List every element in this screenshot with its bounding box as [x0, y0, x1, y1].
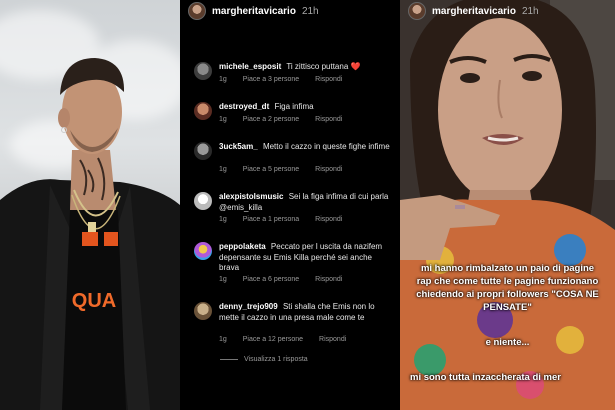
view-replies-button[interactable]: Visualizza 1 risposta [220, 356, 308, 363]
comment-time: 1g [219, 216, 227, 223]
comment-meta: 1g Piace a 3 persone Rispondi [219, 76, 356, 83]
shirt-text: QUA [71, 290, 117, 312]
avatar[interactable] [408, 2, 426, 20]
avatar[interactable] [188, 2, 206, 20]
comment-username[interactable]: peppolaketa [219, 242, 266, 251]
story-header: margheritavicario 21h [408, 2, 539, 20]
comment-text: Metto il cazzo in queste fighe infime [262, 142, 390, 151]
reply-button[interactable]: Rispondi [315, 166, 342, 173]
comment-time: 1g [219, 76, 227, 83]
comment-body: destroyed_dt Figa infima [219, 102, 394, 113]
comment-body: alexpistolsmusic Sei la figa infima di c… [219, 192, 394, 213]
comment-likes[interactable]: Piace a 1 persona [243, 216, 299, 223]
avatar[interactable] [194, 192, 212, 210]
comment-likes[interactable]: Piace a 3 persone [243, 76, 299, 83]
divider [220, 359, 238, 360]
comment-meta: 1g Piace a 1 persona Rispondi [219, 216, 356, 223]
view-replies-label: Visualizza 1 risposta [244, 356, 308, 363]
comment-time: 1g [219, 166, 227, 173]
reply-button[interactable]: Rispondi [319, 336, 346, 343]
comment-time: 1g [219, 276, 227, 283]
comment-username[interactable]: 3uck5am_ [219, 142, 258, 151]
comment-meta: 1g Piace a 6 persone Rispondi [219, 276, 356, 283]
comment-username[interactable]: alexpistolsmusic [219, 192, 283, 201]
story-time: 21h [521, 5, 539, 17]
comment-meta: 1g Piace a 2 persone Rispondi [219, 116, 356, 123]
reply-button[interactable]: Rispondi [315, 76, 342, 83]
comment-time: 1g [219, 116, 227, 123]
reply-button[interactable]: Rispondi [315, 116, 342, 123]
comment-username[interactable]: michele_esposit [219, 62, 281, 71]
comment-likes[interactable]: Piace a 12 persone [243, 336, 303, 343]
story-caption: mi sono tutta inzaccherata di mer [410, 372, 561, 383]
rapper-photo: QUA [0, 0, 180, 410]
reply-button[interactable]: Rispondi [315, 276, 342, 283]
header-username[interactable]: margheritavicario [212, 6, 296, 17]
story-caption: e niente... [485, 337, 530, 348]
story-photo: margheritavicario 21h mi hanno rimbalzat… [400, 0, 615, 410]
comment-username[interactable]: destroyed_dt [219, 102, 269, 111]
story-username[interactable]: margheritavicario [432, 6, 516, 17]
comment-body: 3uck5am_ Metto il cazzo in queste fighe … [219, 142, 394, 153]
comment-body: peppolaketa Peccato per l uscita da nazi… [219, 242, 394, 274]
avatar[interactable] [194, 302, 212, 320]
comment-likes[interactable]: Piace a 6 persone [243, 276, 299, 283]
comment-text: Ti zittisco puttana [286, 62, 349, 71]
comment-text: Figa infima [274, 102, 314, 111]
comment-likes[interactable]: Piace a 5 persone [243, 166, 299, 173]
avatar[interactable] [194, 102, 212, 120]
comment-meta: 1g Piace a 12 persone Rispondi [219, 336, 360, 343]
header-time: 21h [301, 5, 319, 17]
comment-body: michele_esposit Ti zittisco puttana ❤️ [219, 62, 394, 73]
avatar[interactable] [194, 142, 212, 160]
story-caption: mi hanno rimbalzato un paio di pagine ra… [416, 263, 599, 313]
comment-time: 1g [219, 336, 227, 343]
rapper-figure [0, 58, 180, 410]
heart-emoji: ❤️ [350, 62, 361, 71]
comment-body: denny_trejo909 Sti shalla che Emis non l… [219, 302, 394, 323]
comments-header: margheritavicario 21h [188, 2, 319, 20]
comment-meta: 1g Piace a 5 persone Rispondi [219, 166, 356, 173]
comment-username[interactable]: denny_trejo909 [219, 302, 278, 311]
comments-panel: margheritavicario 21h michele_esposit Ti… [180, 0, 400, 410]
reply-button[interactable]: Rispondi [315, 216, 342, 223]
avatar[interactable] [194, 62, 212, 80]
avatar[interactable] [194, 242, 212, 260]
comment-likes[interactable]: Piace a 2 persone [243, 116, 299, 123]
